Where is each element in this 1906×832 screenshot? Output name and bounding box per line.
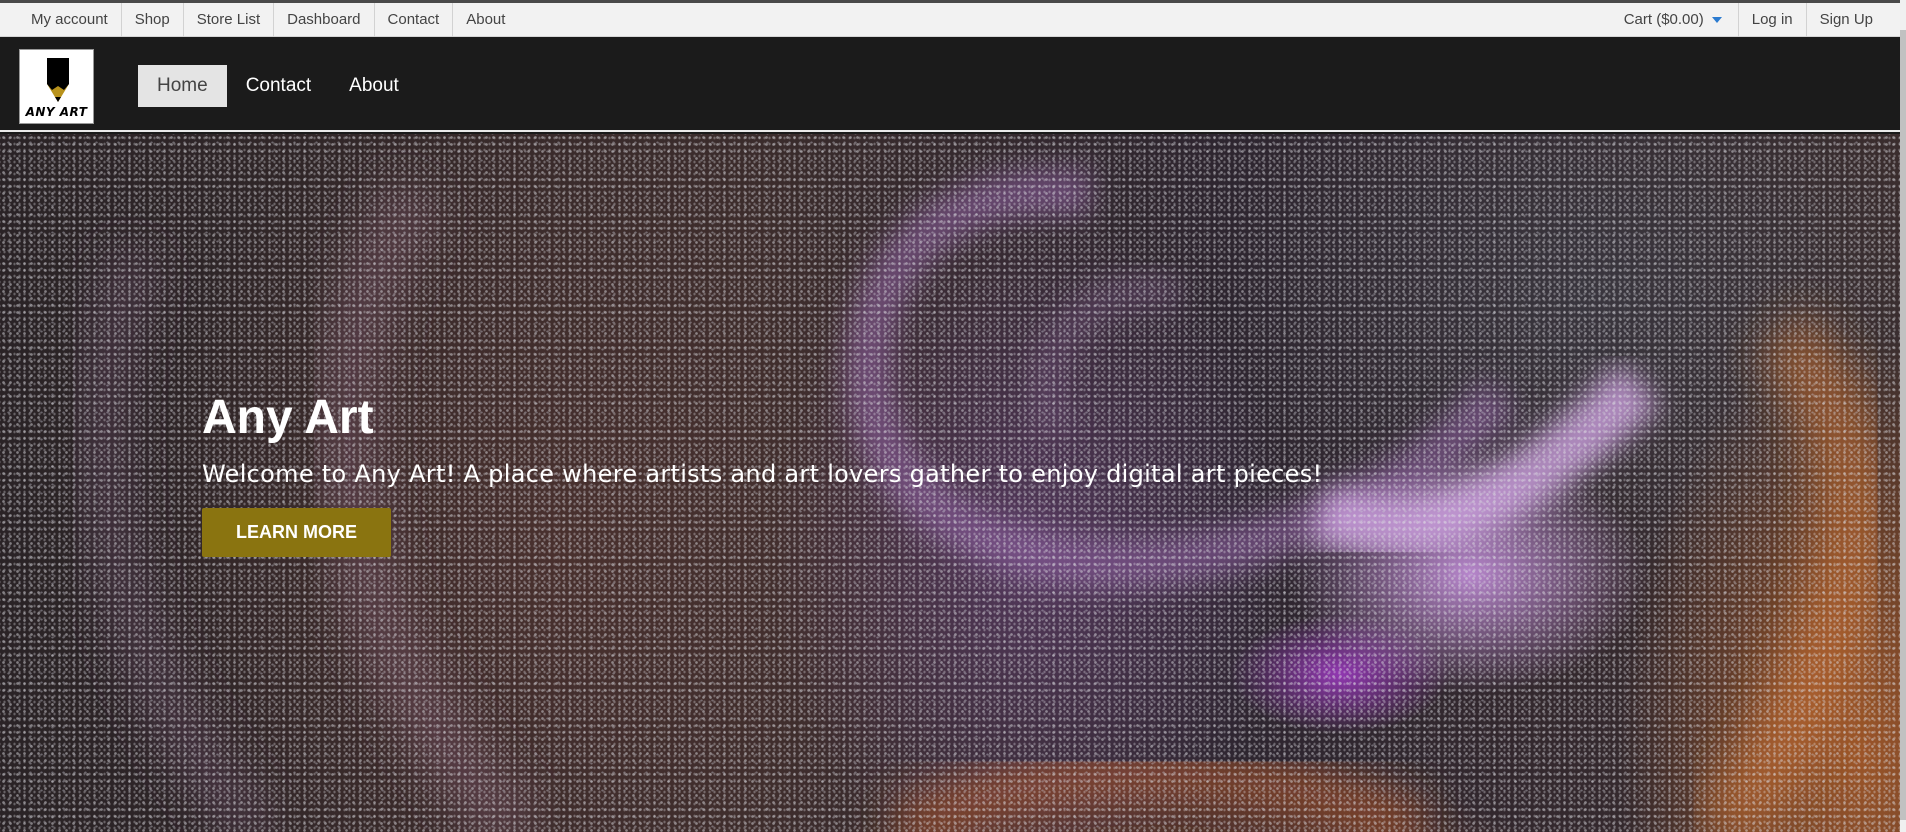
cart-dropdown[interactable]: Cart ($0.00) (1611, 3, 1738, 37)
hero-subtitle: Welcome to Any Art! A place where artist… (202, 460, 1323, 488)
about-link-top[interactable]: About (453, 3, 518, 37)
account-links: Cart ($0.00) Log in Sign Up (1611, 2, 1900, 37)
hero-banner: Any Art Welcome to Any Art! A place wher… (0, 134, 1900, 832)
main-nav: Home Contact About (138, 65, 418, 107)
learn-more-button[interactable]: LEARN MORE (202, 508, 391, 557)
hero-content: Any Art Welcome to Any Art! A place wher… (202, 390, 1322, 557)
nav-about[interactable]: About (330, 65, 418, 107)
nav-home[interactable]: Home (138, 65, 227, 107)
my-account-link[interactable]: My account (18, 2, 122, 37)
utility-links: My account Shop Store List Dashboard Con… (0, 2, 518, 37)
store-list-link[interactable]: Store List (184, 2, 275, 37)
utility-bar: My account Shop Store List Dashboard Con… (0, 0, 1900, 37)
scrollbar-thumb[interactable] (1900, 30, 1906, 820)
site-logo[interactable]: ANY ART (19, 49, 94, 124)
hero-title: Any Art (202, 391, 374, 444)
shop-link[interactable]: Shop (122, 2, 184, 37)
dashboard-link[interactable]: Dashboard (274, 2, 375, 37)
site-header: ANY ART Home Contact About (0, 37, 1900, 132)
page-scrollbar[interactable] (1900, 0, 1906, 832)
chevron-down-icon (1711, 16, 1722, 23)
logo-text: ANY ART (25, 105, 88, 119)
contact-link-top[interactable]: Contact (375, 2, 454, 37)
signup-link[interactable]: Sign Up (1805, 2, 1886, 37)
login-link[interactable]: Log in (1737, 2, 1806, 37)
nav-contact[interactable]: Contact (227, 65, 330, 107)
cart-label: Cart ($0.00) (1623, 10, 1704, 28)
